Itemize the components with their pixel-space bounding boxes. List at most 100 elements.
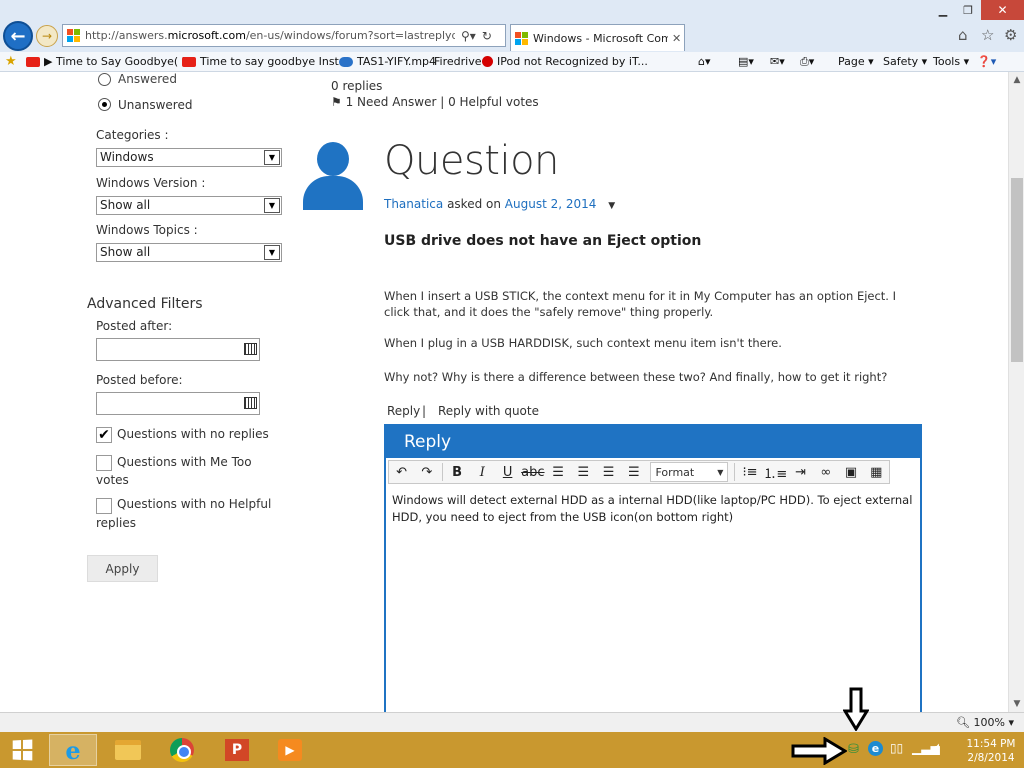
align-justify-icon[interactable]: ☰	[621, 461, 646, 483]
chevron-down-icon: ▼	[717, 467, 724, 477]
date-link[interactable]: August 2, 2014	[505, 197, 597, 211]
youtube-icon	[182, 56, 196, 67]
italic-icon[interactable]: I	[470, 461, 495, 483]
home-dropdown-icon[interactable]: ⌂▾	[698, 55, 711, 68]
annotation-arrow-down-icon	[843, 687, 869, 731]
favorite-link-5[interactable]: IPod not Recognized by iT...	[482, 55, 648, 68]
undo-icon[interactable]: ↶	[389, 461, 414, 483]
url-text[interactable]: http://answers.microsoft.com/en-us/windo…	[85, 29, 455, 42]
reply-text-area[interactable]: Windows will detect external HDD as a in…	[392, 492, 914, 526]
thread-meta-text: 1 Need Answer | 0 Helpful votes	[345, 95, 539, 109]
calendar-icon[interactable]	[244, 343, 257, 355]
reply-with-quote-link[interactable]: Reply with quote	[438, 404, 539, 418]
checkbox-me-too[interactable]	[96, 455, 112, 471]
taskbar-ie[interactable]: e	[49, 734, 97, 766]
action-center-icon[interactable]: ▯▯	[890, 741, 903, 755]
format-select[interactable]: Format ▼	[650, 462, 729, 482]
ie-tray-icon[interactable]: e	[868, 741, 883, 756]
browser-tab[interactable]: Windows - Microsoft Com... ✕	[510, 24, 685, 51]
posted-before-label: Posted before:	[96, 373, 183, 387]
link-icon[interactable]: ∞	[813, 461, 838, 483]
checkbox-me-too-label-line2: votes	[96, 473, 129, 487]
asked-on-text: asked on	[447, 197, 501, 211]
redo-icon[interactable]: ↷	[414, 461, 439, 483]
categories-select[interactable]: Windows ▼	[96, 148, 282, 167]
checkbox-no-replies[interactable]: ✔	[96, 427, 112, 443]
search-icon[interactable]: ⚲▾	[461, 29, 476, 43]
posted-after-input[interactable]	[96, 338, 260, 361]
cloud-icon	[339, 56, 353, 67]
caret-down-icon[interactable]: ▼	[608, 201, 615, 211]
windows-version-select[interactable]: Show all ▼	[96, 196, 282, 215]
volume-icon[interactable]: 🔈︎	[935, 740, 943, 755]
safely-remove-hardware-icon[interactable]: ⛁	[848, 742, 859, 757]
underline-icon[interactable]: U	[495, 461, 520, 483]
checkbox-no-helpful[interactable]	[96, 498, 112, 514]
radio-unanswered[interactable]	[98, 98, 111, 111]
gear-icon[interactable]: ⚙	[1004, 26, 1017, 44]
refresh-icon[interactable]: ↻	[482, 29, 492, 43]
taskbar-file-explorer[interactable]	[104, 734, 152, 766]
tab-title: Windows - Microsoft Com...	[533, 31, 668, 45]
indent-icon[interactable]: ⇥	[788, 461, 813, 483]
chrome-icon	[170, 738, 194, 762]
author-link[interactable]: Thanatica	[384, 197, 443, 211]
taskbar-powerpoint[interactable]: P	[213, 734, 261, 766]
vertical-scrollbar[interactable]: ▲ ▼	[1008, 72, 1024, 712]
table-icon[interactable]: ▦	[864, 461, 889, 483]
scroll-down-icon[interactable]: ▼	[1009, 696, 1024, 712]
favorites-bar: ★ ▶ Time to Say Goodbye( I... Time to sa…	[0, 52, 1024, 72]
posted-before-input[interactable]	[96, 392, 260, 415]
folder-icon	[115, 740, 141, 760]
taskbar-clock[interactable]: 11:54 PM 2/8/2014	[963, 737, 1019, 765]
calendar-icon[interactable]	[244, 397, 257, 409]
tools-menu[interactable]: Tools ▾	[933, 55, 969, 68]
print-icon[interactable]: ⎙▾	[800, 55, 814, 69]
add-favorite-star-icon[interactable]: ★	[5, 54, 17, 69]
bulleted-list-icon[interactable]: ⁝≡	[737, 461, 762, 483]
feeds-icon[interactable]: ▤▾	[738, 55, 754, 68]
close-window-button[interactable]: ✕	[981, 0, 1024, 20]
image-icon[interactable]: ▣	[838, 461, 863, 483]
align-center-icon[interactable]: ☰	[571, 461, 596, 483]
favorite-link-3[interactable]: TAS1-YIFY.mp4	[339, 55, 436, 68]
favorites-star-icon[interactable]: ☆	[981, 26, 994, 44]
windows-topics-select[interactable]: Show all ▼	[96, 243, 282, 262]
reply-link[interactable]: Reply	[387, 404, 420, 418]
address-bar[interactable]: http://answers.microsoft.com/en-us/windo…	[62, 24, 506, 47]
numbered-list-icon[interactable]: ⒈≡	[763, 461, 788, 483]
zoom-level[interactable]: 🔍︎ 100% ▾	[956, 716, 1014, 729]
scroll-up-icon[interactable]: ▲	[1009, 72, 1024, 88]
tab-close-icon[interactable]: ✕	[672, 32, 681, 45]
categories-value: Windows	[100, 150, 154, 164]
safety-menu[interactable]: Safety ▾	[883, 55, 927, 68]
back-button[interactable]: ←	[3, 21, 33, 51]
strikethrough-icon[interactable]: abc	[520, 461, 545, 483]
apply-button[interactable]: Apply	[87, 555, 158, 582]
read-mail-icon[interactable]: ✉▾	[770, 55, 785, 68]
error-icon	[482, 56, 493, 67]
youtube-icon	[26, 56, 40, 67]
reply-editor: Reply ↶ ↷ B I U abc ☰ ☰ ☰ ☰ Format ▼ ⁝≡ ⒈…	[384, 424, 922, 712]
help-icon[interactable]: ❓▾	[977, 55, 996, 68]
taskbar-media-player[interactable]: ▶	[266, 734, 314, 766]
page-title: Question	[384, 138, 559, 184]
taskbar-chrome[interactable]	[158, 734, 206, 766]
restore-button[interactable]: ❐	[955, 0, 981, 20]
forward-button[interactable]: →	[36, 25, 58, 47]
minimize-button[interactable]: ▁	[928, 0, 958, 20]
clock-time: 11:54 PM	[966, 738, 1016, 750]
zoom-icon: 🔍︎	[956, 716, 971, 729]
favorite-link-4[interactable]: Firedrive	[434, 55, 481, 68]
align-right-icon[interactable]: ☰	[596, 461, 621, 483]
zoom-value: 100%	[973, 716, 1005, 729]
radio-answered[interactable]	[98, 73, 111, 86]
start-button[interactable]	[0, 734, 44, 766]
favorite-link-1[interactable]: ▶ Time to Say Goodbye( I...	[26, 55, 195, 68]
favorite-link-2[interactable]: Time to say goodbye Instr...	[182, 55, 353, 68]
bold-icon[interactable]: B	[444, 461, 469, 483]
home-icon[interactable]: ⌂	[958, 26, 968, 44]
page-menu[interactable]: Page ▾	[838, 55, 874, 68]
align-left-icon[interactable]: ☰	[545, 461, 570, 483]
scrollbar-thumb[interactable]	[1011, 178, 1023, 362]
